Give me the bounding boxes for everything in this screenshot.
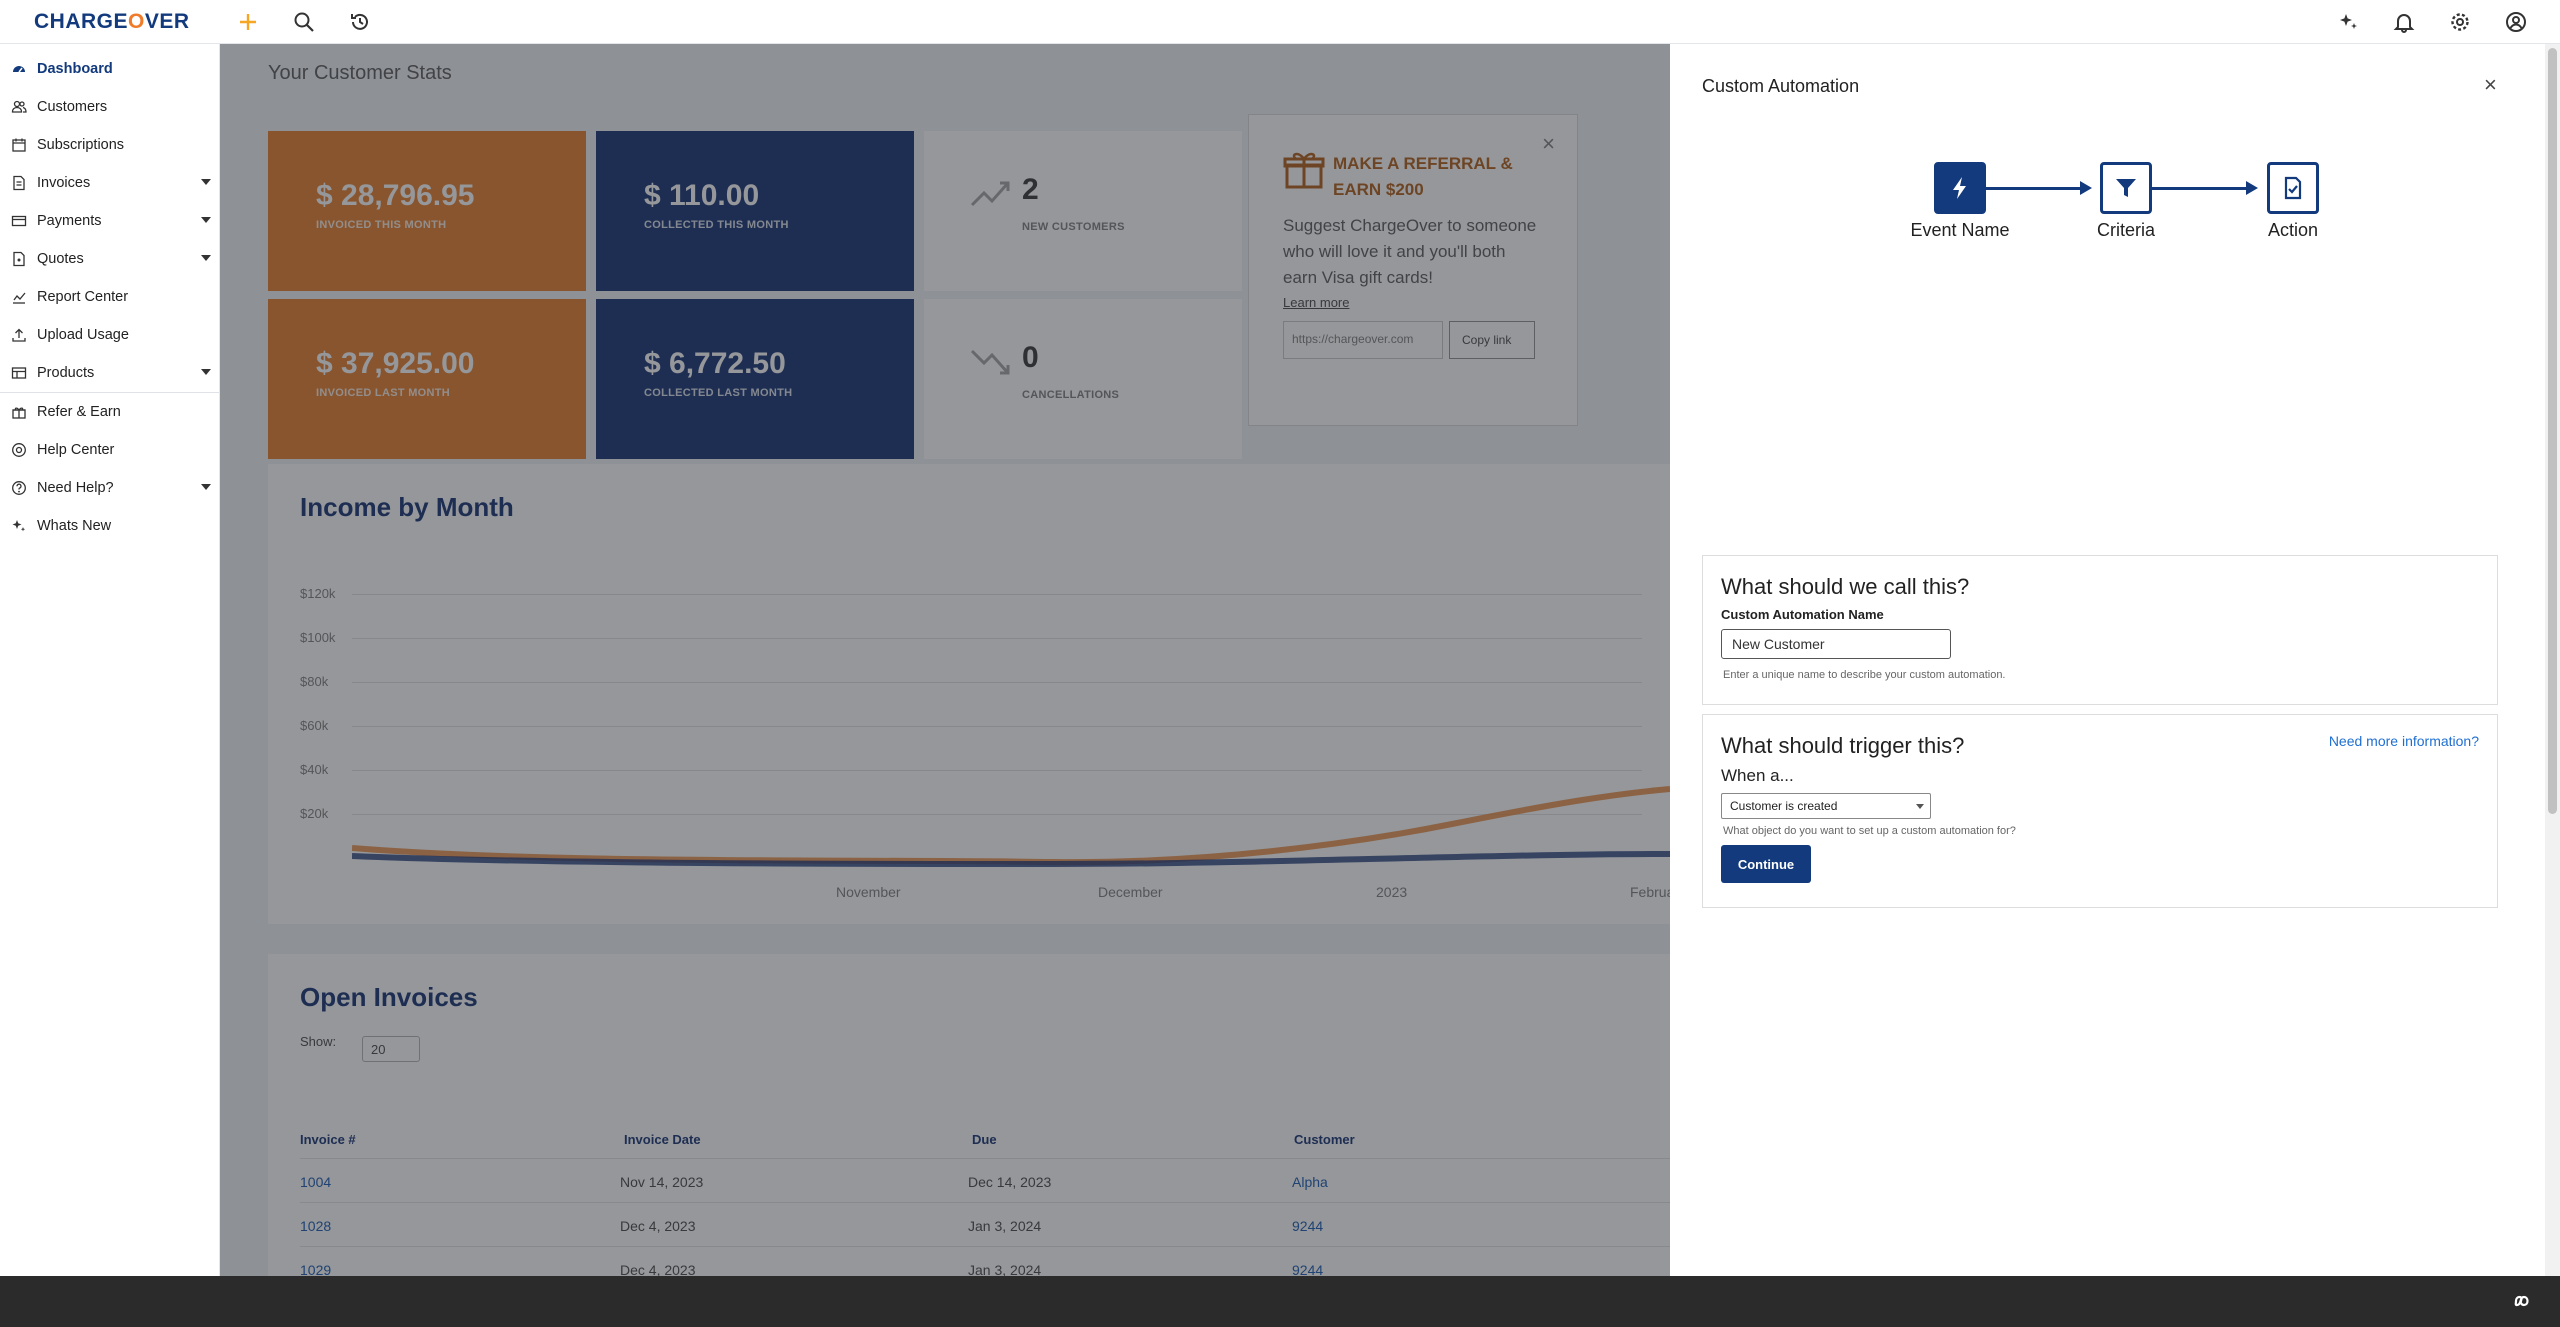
sidebar-item-report-center[interactable]: Report Center xyxy=(0,278,219,316)
gift-icon xyxy=(10,403,28,421)
arrow-right-icon xyxy=(2080,181,2092,195)
upload-icon xyxy=(10,326,28,344)
sidebar-item-upload-usage[interactable]: Upload Usage xyxy=(0,316,219,354)
sparkle-icon[interactable] xyxy=(2334,8,2362,36)
document-icon xyxy=(10,174,28,192)
report-icon xyxy=(10,288,28,306)
continue-button[interactable]: Continue xyxy=(1721,845,1811,883)
bell-icon[interactable] xyxy=(2390,8,2418,36)
chevron-down-icon[interactable] xyxy=(201,369,211,375)
sidebar-item-label: Upload Usage xyxy=(37,327,129,343)
need-more-info-link[interactable]: Need more information? xyxy=(2329,733,2479,749)
quote-icon xyxy=(10,250,28,268)
drawer-title: Custom Automation xyxy=(1702,76,1860,96)
flow-label-action: Action xyxy=(2267,220,2319,240)
sidebar-item-products[interactable]: Products xyxy=(0,354,219,392)
name-card-heading: What should we call this? xyxy=(1721,574,1970,599)
modal-backdrop[interactable] xyxy=(220,44,1670,1276)
scrollbar-thumb[interactable] xyxy=(2548,48,2557,814)
arrow-right-icon xyxy=(2246,181,2258,195)
chargeover-logo[interactable]: CHARGEOVER xyxy=(34,10,190,34)
chevron-down-icon xyxy=(1916,804,1924,809)
clipboard-check-icon[interactable] xyxy=(2267,162,2319,214)
trigger-help: What object do you want to set up a cust… xyxy=(1723,825,2016,837)
close-icon[interactable]: × xyxy=(2484,72,2497,98)
sidebar-item-customers[interactable]: Customers xyxy=(0,88,219,126)
dashboard-icon xyxy=(10,60,28,78)
plus-icon[interactable] xyxy=(234,8,262,36)
sidebar-item-help-center[interactable]: Help Center xyxy=(0,431,219,469)
users-icon xyxy=(10,98,28,116)
calendar-icon xyxy=(10,136,28,154)
automation-name-input[interactable]: New Customer xyxy=(1721,629,1951,659)
flow-connector xyxy=(1986,187,2086,190)
trigger-card: What should trigger this? Need more info… xyxy=(1702,714,2498,908)
top-bar: CHARGEOVER xyxy=(0,0,2560,44)
history-icon[interactable] xyxy=(346,8,374,36)
trigger-card-heading: What should trigger this? xyxy=(1721,733,1965,758)
payment-icon xyxy=(10,212,28,230)
user-circle-icon[interactable] xyxy=(2502,8,2530,36)
flow-label-event-name: Event Name xyxy=(1910,220,2010,240)
page-scrollbar[interactable] xyxy=(2545,44,2560,1276)
sidebar-item-label: Payments xyxy=(37,213,102,229)
sidebar-item-need-help[interactable]: Need Help? xyxy=(0,469,219,507)
search-icon[interactable] xyxy=(290,8,318,36)
chevron-down-icon[interactable] xyxy=(201,179,211,185)
sidebar-item-label: Subscriptions xyxy=(37,137,125,153)
sidebar-item-label: Need Help? xyxy=(37,480,114,496)
sparkle-icon xyxy=(10,517,28,535)
sidebar: Dashboard Customers Subscriptions Invoic… xyxy=(0,44,220,1276)
trigger-select[interactable]: Customer is created xyxy=(1721,793,1931,819)
question-icon xyxy=(10,479,28,497)
infinity-logo-icon[interactable] xyxy=(2510,1290,2532,1312)
footer-bar xyxy=(0,1276,2560,1327)
sidebar-item-label: Whats New xyxy=(37,518,112,534)
when-label: When a... xyxy=(1721,766,1794,785)
sidebar-item-dashboard[interactable]: Dashboard xyxy=(0,50,219,88)
filter-icon[interactable] xyxy=(2100,162,2152,214)
sidebar-item-label: Refer & Earn xyxy=(37,404,121,420)
bolt-icon[interactable] xyxy=(1934,162,1986,214)
automation-name-card: What should we call this? Custom Automat… xyxy=(1702,555,2498,705)
sidebar-item-refer-earn[interactable]: Refer & Earn xyxy=(0,393,219,431)
chevron-down-icon[interactable] xyxy=(201,217,211,223)
flow-connector xyxy=(2152,187,2252,190)
custom-automation-drawer: Custom Automation × Event Name Criteria … xyxy=(1670,44,2545,1276)
trigger-select-value: Customer is created xyxy=(1730,799,1838,813)
sidebar-item-payments[interactable]: Payments xyxy=(0,202,219,240)
gear-icon[interactable] xyxy=(2446,8,2474,36)
sidebar-item-label: Invoices xyxy=(37,175,91,191)
sidebar-item-invoices[interactable]: Invoices xyxy=(0,164,219,202)
flow-label-criteria: Criteria xyxy=(2096,220,2155,240)
sidebar-item-label: Help Center xyxy=(37,442,115,458)
sidebar-item-label: Dashboard xyxy=(37,61,113,77)
sidebar-item-label: Quotes xyxy=(37,251,84,267)
sidebar-item-subscriptions[interactable]: Subscriptions xyxy=(0,126,219,164)
sidebar-item-label: Products xyxy=(37,365,95,381)
sidebar-item-label: Report Center xyxy=(37,289,129,305)
sidebar-item-label: Customers xyxy=(37,99,108,115)
sidebar-item-whats-new[interactable]: Whats New xyxy=(0,507,219,545)
automation-name-label: Custom Automation Name xyxy=(1721,607,1884,622)
chevron-down-icon[interactable] xyxy=(201,484,211,490)
automation-name-help: Enter a unique name to describe your cus… xyxy=(1723,669,2006,681)
box-icon xyxy=(10,364,28,382)
chevron-down-icon[interactable] xyxy=(201,255,211,261)
sidebar-item-quotes[interactable]: Quotes xyxy=(0,240,219,278)
help-icon xyxy=(10,441,28,459)
